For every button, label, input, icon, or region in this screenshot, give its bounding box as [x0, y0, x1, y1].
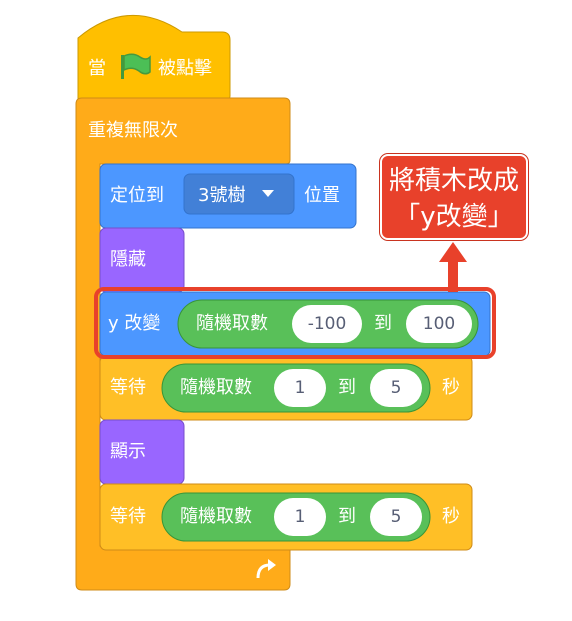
random-to-label-2: 到: [338, 377, 356, 398]
random-to-label-1: 到: [374, 313, 392, 334]
wait-label-2: 等待: [110, 506, 146, 527]
random-label-2: 隨機取數: [180, 377, 252, 398]
show-label: 顯示: [110, 441, 146, 462]
callout-arrow-head: [439, 242, 467, 262]
go-to-prefix-label: 定位到: [110, 185, 164, 206]
hat-suffix-label: 被點擊: [158, 58, 212, 79]
random-from-input-2[interactable]: 1: [274, 369, 326, 407]
random-from-input-3[interactable]: 1: [274, 498, 326, 536]
random-label-3: 隨機取數: [180, 506, 252, 527]
random-to-label-3: 到: [338, 506, 356, 527]
callout-line-1: 將積木改成: [388, 166, 519, 196]
wait-label-1: 等待: [110, 377, 146, 398]
random-to-input-3[interactable]: 5: [370, 498, 422, 536]
callout-box: 將積木改成 「y改變」: [380, 154, 528, 240]
wait-unit-label-1: 秒: [442, 377, 460, 398]
random-to-input-1[interactable]: 100: [406, 305, 472, 343]
wait-unit-label-2: 秒: [442, 506, 460, 527]
forever-label: 重複無限次: [88, 120, 178, 141]
hide-label: 隱藏: [110, 249, 146, 270]
hat-prefix-label: 當: [88, 58, 106, 79]
dropdown-value: 3號樹: [198, 185, 246, 206]
callout-arrow-shaft: [448, 258, 458, 292]
go-to-suffix-label: 位置: [304, 185, 340, 206]
random-to-input-2[interactable]: 5: [370, 369, 422, 407]
random-label-1: 隨機取數: [196, 313, 268, 334]
random-from-input-1[interactable]: -100: [292, 305, 362, 343]
change-y-label: y 改變: [108, 313, 161, 334]
callout-line-2: 「y改變」: [394, 202, 514, 232]
